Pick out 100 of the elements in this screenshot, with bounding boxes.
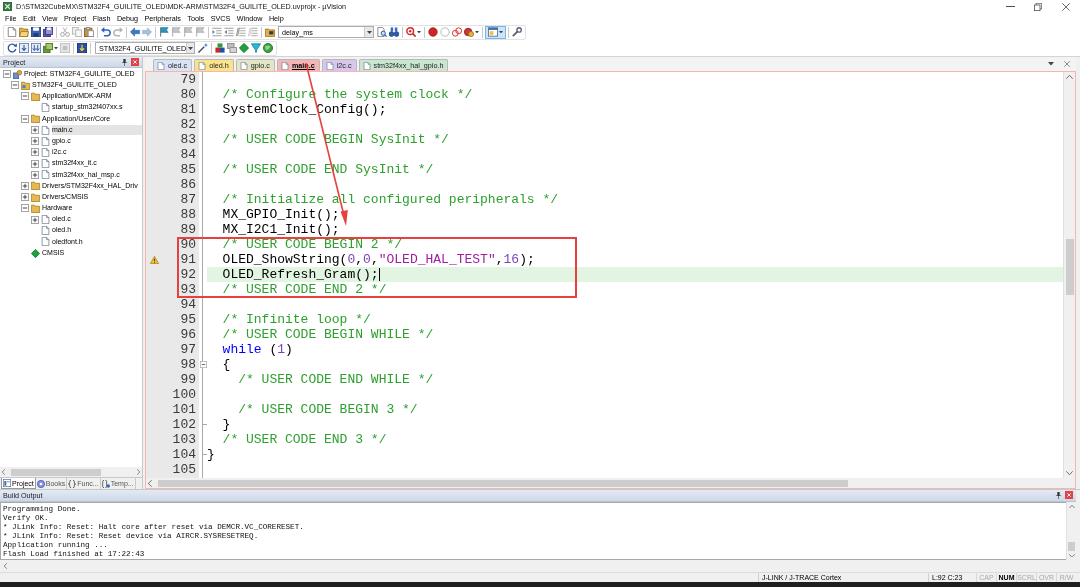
folder-icon: [21, 80, 30, 90]
collapse-icon[interactable]: [20, 204, 29, 213]
scrollbar[interactable]: [1063, 72, 1075, 478]
circles-icon[interactable]: [464, 27, 474, 37]
code-line: /* USER CODE END 2 */: [221, 282, 387, 297]
line-number: 102: [171, 417, 197, 432]
pin-icon[interactable]: [121, 58, 128, 66]
diamond-icon: [31, 248, 40, 258]
funnel-icon[interactable]: [251, 43, 261, 53]
open-folder-icon[interactable]: [19, 27, 29, 37]
file-icon: [157, 61, 165, 70]
code-line: MX_GPIO_Init();: [221, 207, 340, 222]
comment-icon[interactable]: [236, 27, 246, 37]
file-icon: [41, 237, 50, 247]
line-number: 84: [179, 147, 197, 162]
collapse-icon[interactable]: [20, 114, 29, 123]
file-icon: [41, 103, 50, 113]
code-line: OLED_Refresh_Gram();: [221, 267, 379, 282]
back-arrow-icon[interactable]: [130, 27, 140, 37]
file-icon: [41, 226, 50, 236]
scrollbar-thumb[interactable]: [1065, 239, 1074, 295]
caret-icon[interactable]: [417, 30, 421, 34]
file-icon: [41, 215, 50, 225]
unindent-icon[interactable]: [224, 27, 234, 37]
expand-icon[interactable]: [30, 215, 39, 224]
wrench-icon[interactable]: [512, 27, 522, 37]
refresh-icon[interactable]: [7, 43, 17, 53]
close-icon[interactable]: [1065, 491, 1073, 500]
build-icon[interactable]: [19, 43, 29, 53]
rings-icon[interactable]: [452, 27, 462, 37]
minimize-icon[interactable]: [1005, 6, 1015, 7]
new-file-icon[interactable]: [7, 27, 17, 37]
collapse-icon[interactable]: [20, 92, 29, 101]
save-icon[interactable]: [31, 27, 41, 37]
dropdown-button[interactable]: [364, 27, 373, 37]
folder-icon[interactable]: [265, 27, 275, 37]
expand-icon[interactable]: [30, 137, 39, 146]
breakpoint-icon[interactable]: [428, 27, 438, 37]
collapse-icon[interactable]: [10, 81, 19, 90]
code-line: }: [207, 447, 215, 462]
expand-icon[interactable]: [30, 170, 39, 179]
globe-icon[interactable]: [263, 43, 273, 53]
line-number: 87: [179, 192, 197, 207]
scrollbar-thumb[interactable]: [1068, 541, 1075, 551]
caret-icon[interactable]: [188, 46, 194, 50]
line-number: 80: [179, 87, 197, 102]
paste-icon[interactable]: [84, 27, 94, 37]
line-number: 81: [179, 102, 197, 117]
file-icon: [362, 61, 371, 70]
expand-icon[interactable]: [30, 159, 39, 168]
undo-icon[interactable]: [101, 27, 111, 37]
expand-icon[interactable]: [20, 193, 29, 202]
line-number: 103: [171, 432, 197, 447]
blocks-icon[interactable]: [215, 43, 225, 53]
line-number: 88: [179, 207, 197, 222]
caret-icon[interactable]: [1048, 62, 1054, 66]
line-number: 93: [179, 282, 197, 297]
line-number: 101: [171, 402, 197, 417]
close-icon[interactable]: [1064, 61, 1070, 67]
expand-icon[interactable]: [30, 148, 39, 157]
line-number: 95: [179, 312, 197, 327]
diamond-icon[interactable]: [239, 43, 249, 53]
scrollbar[interactable]: [0, 467, 142, 477]
stack-icon[interactable]: [43, 43, 53, 53]
collapse-icon[interactable]: [199, 361, 207, 368]
line-number: 99: [179, 372, 197, 387]
code-line: /* Infinite loop */: [221, 312, 371, 327]
dropdown-button[interactable]: [186, 43, 194, 53]
restore-icon[interactable]: [1034, 2, 1042, 11]
find-document-icon[interactable]: [377, 27, 387, 37]
bookmark-icon[interactable]: [159, 27, 169, 37]
line-number: 83: [179, 132, 197, 147]
expand-icon[interactable]: [20, 181, 29, 190]
caret-icon[interactable]: [475, 30, 479, 34]
caret-icon[interactable]: [54, 46, 58, 50]
line-number: 91: [179, 252, 197, 267]
pin-icon[interactable]: [1055, 491, 1062, 499]
close-icon[interactable]: [1062, 2, 1070, 11]
magnifier-icon[interactable]: [406, 27, 416, 37]
magic-wand-icon[interactable]: [198, 43, 208, 53]
caret-icon[interactable]: [499, 30, 503, 34]
collapse-icon[interactable]: [2, 70, 11, 79]
ring-icon: [36, 479, 45, 488]
line-number: 98: [179, 357, 197, 372]
caret-icon[interactable]: [366, 30, 372, 34]
project-icon: [13, 69, 22, 79]
rebuild-icon[interactable]: [31, 43, 41, 53]
braces-icon: [101, 479, 110, 488]
download-icon[interactable]: [77, 43, 87, 53]
save-all-icon[interactable]: [43, 27, 53, 37]
binoculars-icon[interactable]: [389, 27, 399, 37]
scrollbar-thumb[interactable]: [11, 468, 101, 476]
scrollbar-thumb[interactable]: [158, 479, 848, 487]
line-number: 79: [179, 72, 197, 87]
window-layout-button[interactable]: [485, 25, 506, 39]
folder-icon: [31, 114, 40, 124]
window-icon[interactable]: [488, 27, 498, 37]
expand-icon[interactable]: [30, 126, 39, 135]
code-line: /* USER CODE BEGIN 2 */: [221, 237, 403, 252]
code-line: /* USER CODE BEGIN SysInit */: [221, 132, 449, 147]
